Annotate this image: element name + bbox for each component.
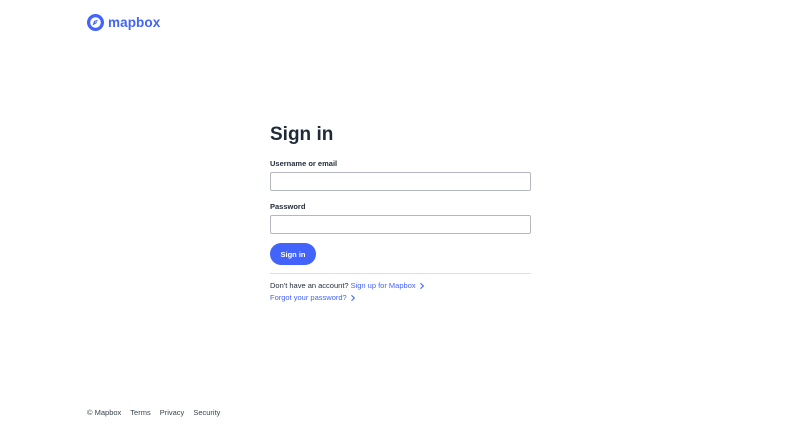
forgot-row: Forgot your password? [270, 293, 356, 302]
forgot-password-link[interactable]: Forgot your password? [270, 293, 356, 302]
sign-in-form: Sign in Username or email Password Sign … [270, 122, 531, 302]
signup-row: Don't have an account? Sign up for Mapbo… [270, 281, 425, 290]
password-input[interactable] [270, 215, 531, 234]
sign-in-page: mapbox Sign in Username or email Passwor… [0, 0, 800, 430]
footer-link-security[interactable]: Security [193, 408, 220, 417]
divider [270, 273, 531, 274]
footer: © Mapbox Terms Privacy Security [87, 408, 220, 417]
forgot-password-label: Forgot your password? [270, 293, 347, 302]
page-title: Sign in [270, 124, 334, 145]
chevron-right-icon [419, 282, 424, 289]
password-label: Password [270, 202, 306, 211]
footer-link-terms[interactable]: Terms [130, 408, 150, 417]
chevron-right-icon [350, 294, 355, 301]
no-account-text: Don't have an account? [270, 281, 349, 290]
copyright-text: © Mapbox [87, 408, 122, 417]
signup-link-label: Sign up for Mapbox [350, 281, 416, 290]
mapbox-logo[interactable]: mapbox [87, 14, 160, 31]
brand-name: mapbox [108, 15, 161, 30]
username-input[interactable] [270, 172, 531, 191]
sign-in-button[interactable]: Sign in [270, 243, 316, 265]
signup-link[interactable]: Sign up for Mapbox [351, 281, 425, 290]
footer-link-privacy[interactable]: Privacy [160, 408, 185, 417]
mapbox-logo-icon [87, 14, 104, 31]
username-label: Username or email [270, 159, 338, 168]
